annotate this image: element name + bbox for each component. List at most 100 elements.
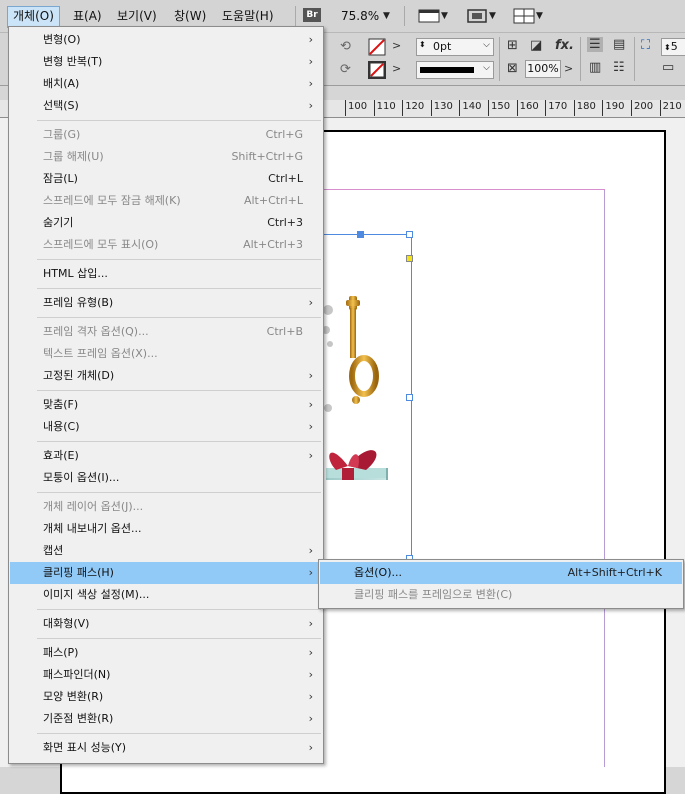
menu-item[interactable]: 화면 표시 성능(Y) › — [10, 737, 322, 759]
view-options-dropdown-icon[interactable]: ▼ — [441, 11, 448, 21]
menu-item[interactable]: 대화형(V) › — [10, 613, 322, 635]
opacity-icon[interactable]: ⊠ — [507, 61, 518, 76]
menu-item[interactable]: 패스파인더(N) › — [10, 664, 322, 686]
ruler-tick-label: 120 — [402, 100, 424, 116]
menu-item-label: 고정된 개체(D) — [43, 369, 115, 382]
menubar-item-4[interactable]: 도움말(H) — [217, 6, 279, 26]
menu-item[interactable]: 효과(E) › — [10, 445, 322, 467]
menu-item-label: 맞춤(F) — [43, 398, 79, 411]
stroke-none-swatch[interactable] — [368, 61, 386, 79]
frame-handle-right[interactable] — [406, 394, 413, 401]
rotate-icon[interactable]: ⟲ — [340, 39, 351, 54]
text-wrap-none-icon[interactable]: ☰ — [587, 37, 603, 52]
menu-item[interactable]: 변형(O) › — [10, 29, 322, 51]
stroke-chevron-icon[interactable]: > — [392, 62, 401, 75]
chevron-right-icon: › — [308, 668, 313, 681]
menu-item-label: 개체 레이어 옵션(J)... — [43, 500, 144, 513]
margin-guide-vertical — [604, 190, 605, 767]
stepper-icon[interactable]: ⬍ — [419, 40, 426, 49]
menu-separator — [37, 390, 321, 391]
menu-item[interactable]: 프레임 유형(B) › — [10, 292, 322, 314]
menu-item[interactable]: 변형 반복(T) › — [10, 51, 322, 73]
menu-item[interactable]: 고정된 개체(D) › — [10, 365, 322, 387]
column-count-field[interactable]: ⬍5 — [661, 38, 685, 56]
menu-item-shortcut: Alt+Ctrl+3 — [243, 238, 303, 251]
menu-item[interactable]: 모양 변환(R) › — [10, 686, 322, 708]
menu-item[interactable]: 선택(S) › — [10, 95, 322, 117]
ruler-tick-label: 130 — [430, 100, 453, 116]
menu-item-shortcut: Alt+Shift+Ctrl+K — [567, 566, 662, 579]
bridge-button[interactable]: Br — [303, 8, 321, 22]
menu-item: 그룹(G) Ctrl+G — [10, 124, 322, 146]
text-wrap-shape-icon[interactable]: ▥ — [589, 60, 601, 75]
menu-item: 프레임 격자 옵션(Q)... Ctrl+B — [10, 321, 322, 343]
menu-item[interactable]: 숨기기 Ctrl+3 — [10, 212, 322, 234]
menubar-item-1[interactable]: 표(A) — [68, 6, 107, 26]
menu-separator — [37, 288, 321, 289]
menubar-item-2[interactable]: 보기(V) — [112, 6, 162, 26]
menu-item[interactable]: 배치(A) › — [10, 73, 322, 95]
chevron-right-icon: › — [308, 296, 313, 309]
menu-item[interactable]: 옵션(O)... Alt+Shift+Ctrl+K — [320, 562, 682, 584]
chevron-down-icon[interactable]: ⌵ — [483, 63, 490, 73]
menu-item-label: 모양 변환(R) — [43, 690, 104, 703]
chevron-down-icon[interactable]: ⌵ — [483, 40, 490, 50]
screen-mode-dropdown-icon[interactable]: ▼ — [489, 11, 496, 21]
menu-item[interactable]: 맞춤(F) › — [10, 394, 322, 416]
frame-handle-top[interactable] — [357, 231, 364, 238]
menu-item[interactable]: 모퉁이 옵션(I)... — [10, 467, 322, 489]
frame-grid-icon[interactable]: ⊞ — [507, 38, 518, 53]
menu-item[interactable]: HTML 삽입... — [10, 263, 322, 285]
frame-handle-top-right[interactable] — [406, 231, 413, 238]
screen-mode-icon[interactable] — [466, 8, 488, 24]
menu-item[interactable]: 클리핑 패스(H) › — [10, 562, 322, 584]
zoom-dropdown-icon[interactable]: ▼ — [383, 11, 390, 21]
opacity-chevron-icon[interactable]: > — [564, 62, 573, 75]
menu-item: 개체 레이어 옵션(J)... — [10, 496, 322, 518]
menu-item: 스프레드에 모두 잠금 해제(K) Alt+Ctrl+L — [10, 190, 322, 212]
zoom-level[interactable]: 75.8% — [341, 6, 379, 26]
menu-item[interactable]: 패스(P) › — [10, 642, 322, 664]
stepper-icon[interactable]: ⬍ — [664, 43, 671, 52]
view-options-icon[interactable] — [418, 8, 440, 24]
chevron-right-icon: › — [308, 33, 313, 46]
ruler-tick-label: 210 — [659, 100, 682, 116]
menu-item[interactable]: 캡션 › — [10, 540, 322, 562]
more-options-icon[interactable]: ▭ — [662, 60, 674, 75]
menubar-item-3[interactable]: 창(W) — [169, 6, 211, 26]
opacity-field[interactable]: 100% — [525, 60, 561, 78]
fill-none-swatch[interactable] — [368, 38, 386, 56]
corner-options-handle[interactable] — [406, 255, 413, 262]
drop-shadow-icon[interactable]: ◪ — [530, 38, 542, 53]
text-wrap-bbox-icon[interactable]: ▤ — [613, 37, 625, 52]
menu-item[interactable]: 기준점 변환(R) › — [10, 708, 322, 730]
stroke-weight-field[interactable]: ⬍ 0pt ⌵ — [416, 38, 494, 56]
stroke-type-select[interactable]: ⌵ — [416, 61, 494, 79]
menu-item-label: 내용(C) — [43, 420, 80, 433]
chevron-right-icon: › — [308, 741, 313, 754]
shear-icon[interactable]: ⟳ — [340, 62, 351, 77]
column-count-value: 5 — [670, 40, 678, 53]
ruler-tick-label: 190 — [602, 100, 624, 116]
menu-item[interactable]: 내용(C) › — [10, 416, 322, 438]
menu-item[interactable]: 이미지 색상 설정(M)... — [10, 584, 322, 606]
menu-item[interactable]: 개체 내보내기 옵션... — [10, 518, 322, 540]
menu-item[interactable]: 잠금(L) Ctrl+L — [10, 168, 322, 190]
arrange-documents-dropdown-icon[interactable]: ▼ — [536, 11, 543, 21]
menubar-item-0[interactable]: 개체(O) — [7, 6, 60, 28]
chevron-right-icon: › — [308, 449, 313, 462]
effects-fx-icon[interactable]: fx. — [555, 38, 574, 53]
menu-item-label: 패스파인더(N) — [43, 668, 111, 681]
arrange-documents-icon[interactable] — [513, 8, 535, 24]
control-divider — [634, 37, 635, 81]
text-wrap-jump-icon[interactable]: ☷ — [613, 60, 625, 75]
fill-chevron-icon[interactable]: > — [392, 39, 401, 52]
menu-item-label: 프레임 격자 옵션(Q)... — [43, 325, 149, 338]
menu-separator — [37, 733, 321, 734]
ruler-tick-label: 170 — [545, 100, 567, 116]
auto-fit-icon[interactable]: ⛶ — [641, 38, 650, 53]
menu-item-shortcut: Ctrl+3 — [267, 216, 303, 229]
menu-item-label: 화면 표시 성능(Y) — [43, 741, 127, 754]
selected-graphic-frame[interactable] — [318, 231, 413, 562]
margin-guide-horizontal — [320, 189, 605, 190]
